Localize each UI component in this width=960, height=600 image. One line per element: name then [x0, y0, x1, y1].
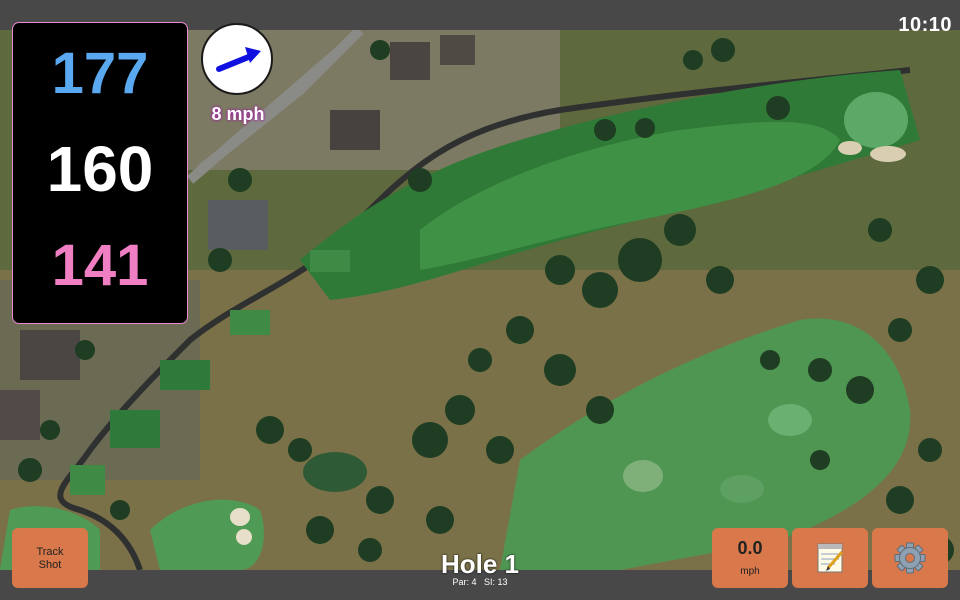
speed-button[interactable]: 0.0 mph — [712, 528, 788, 588]
middle-distance: 160 — [46, 133, 154, 205]
speed-value: 0.0 — [737, 538, 763, 558]
distance-panel[interactable]: 177 160 141 — [12, 22, 188, 324]
gear-icon — [894, 542, 926, 574]
hole-title: Hole 1 — [440, 549, 520, 579]
settings-button[interactable] — [872, 528, 948, 588]
clock: 10:10 — [898, 14, 952, 36]
back-distance: 177 — [51, 41, 149, 106]
track-shot-button[interactable]: Track Shot — [12, 528, 88, 588]
wind-indicator — [201, 23, 273, 95]
wind-speed: 8 mph — [211, 104, 265, 124]
notes-button[interactable] — [792, 528, 868, 588]
hole-details: Par: 4 SI: 13 — [380, 577, 580, 587]
stroke-index-label: SI: 13 — [484, 577, 508, 587]
notepad-icon — [817, 543, 844, 573]
wind-arrow-icon — [216, 47, 261, 72]
track-shot-label-line1: Track — [36, 546, 64, 558]
par-label: Par: 4 — [452, 577, 477, 587]
front-distance: 141 — [51, 233, 149, 298]
track-shot-label-line2: Shot — [38, 559, 62, 571]
speed-unit: mph — [740, 566, 760, 577]
